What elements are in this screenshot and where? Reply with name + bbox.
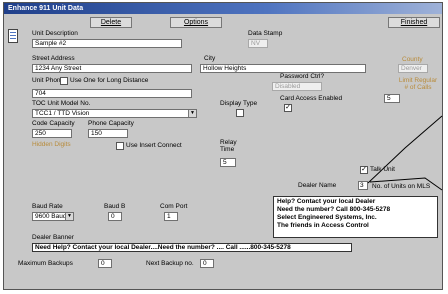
callout-lines [367, 115, 443, 191]
